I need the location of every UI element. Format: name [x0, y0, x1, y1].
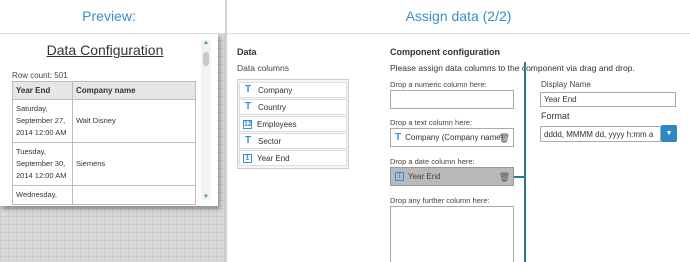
table-cell: Tuesday, September 30, 2014 12:00 AM — [12, 142, 73, 186]
preview-table: Year End Company name Saturday, Septembe… — [12, 81, 196, 205]
column-item-company[interactable]: T Company — [239, 82, 347, 98]
date-type-icon: 1 — [243, 153, 252, 163]
numeric-drop-label: Drop a numeric column here: — [390, 80, 487, 89]
scroll-up-arrow-icon[interactable]: ▲ — [201, 40, 211, 46]
date-drop-label: Drop a date column here: — [390, 157, 475, 166]
text-type-icon: T — [244, 135, 252, 146]
date-drop-value: Year End — [408, 172, 441, 181]
data-columns-label: Data columns — [237, 63, 289, 73]
numeric-drop-zone[interactable] — [390, 90, 514, 109]
column-item-country[interactable]: T Country — [239, 99, 347, 115]
table-row: Wednesday, — [12, 185, 196, 205]
column-item-employees[interactable]: 12 Employees — [239, 116, 347, 132]
further-drop-zone[interactable] — [390, 206, 514, 262]
scroll-thumb[interactable] — [203, 52, 209, 66]
date-drop-zone[interactable]: 1 Year End 🗑 — [390, 167, 514, 186]
text-drop-label: Drop a text column here: — [390, 118, 473, 127]
column-header-year-end: Year End — [12, 81, 73, 100]
table-row: Saturday, September 27, 2014 12:00 AM Wa… — [12, 99, 196, 143]
column-item-sector[interactable]: T Sector — [239, 133, 347, 149]
data-heading: Data — [237, 47, 257, 57]
assign-title: Assign data (2/2) — [405, 8, 512, 24]
preview-panel: Data Configuration Row count: 501 Year E… — [0, 34, 218, 206]
selection-bracket-tip — [514, 176, 525, 178]
text-drop-value: Company (Company name) — [405, 133, 504, 142]
instructions-text: Please assign data columns to the compon… — [390, 63, 635, 73]
table-cell: Saturday, September 27, 2014 12:00 AM — [12, 99, 73, 143]
text-type-icon: T — [395, 132, 402, 143]
column-label: Sector — [258, 136, 282, 146]
format-label: Format — [541, 111, 570, 121]
table-cell: Wednesday, — [12, 185, 73, 205]
column-label: Year End — [257, 153, 290, 163]
trash-icon[interactable]: 🗑 — [499, 133, 510, 144]
date-type-icon: 1 — [395, 172, 404, 181]
text-type-icon: T — [244, 101, 252, 112]
scroll-down-arrow-icon[interactable]: ▼ — [201, 194, 211, 200]
table-cell: Walt Disney — [72, 99, 196, 143]
chevron-down-icon: ▼ — [665, 130, 673, 137]
column-header-company-name: Company name — [72, 81, 196, 100]
text-type-icon: T — [244, 84, 252, 95]
column-label: Country — [258, 102, 287, 112]
preview-title: Preview: — [82, 8, 136, 24]
column-label: Employees — [257, 119, 297, 129]
display-name-input[interactable]: Year End — [540, 92, 676, 107]
data-columns-list: T Company T Country 12 Employees T Secto… — [237, 79, 349, 169]
selection-bracket — [524, 62, 526, 262]
numeric-type-icon: 12 — [243, 119, 252, 129]
display-name-label: Display Name — [541, 80, 591, 89]
component-configuration-heading: Component configuration — [390, 47, 500, 57]
panel-divider — [225, 0, 227, 262]
column-label: Company — [258, 85, 293, 95]
table-cell — [72, 185, 196, 205]
format-input[interactable]: dddd, MMMM dd, yyyy h:mm a — [540, 126, 661, 142]
table-cell: Siemens — [72, 142, 196, 186]
trash-icon[interactable]: 🗑 — [499, 172, 510, 183]
row-count: Row count: 501 — [12, 71, 68, 80]
data-configuration-title: Data Configuration — [46, 42, 164, 58]
column-item-year-end[interactable]: 1 Year End — [239, 150, 347, 166]
further-drop-label: Drop any further column here: — [390, 196, 490, 205]
format-dropdown-button[interactable]: ▼ — [661, 125, 677, 142]
table-row: Tuesday, September 30, 2014 12:00 AM Sie… — [12, 142, 196, 186]
preview-scrollbar[interactable]: ▲ ▼ — [201, 40, 211, 200]
text-drop-zone[interactable]: T Company (Company name) 🗑 — [390, 128, 514, 147]
